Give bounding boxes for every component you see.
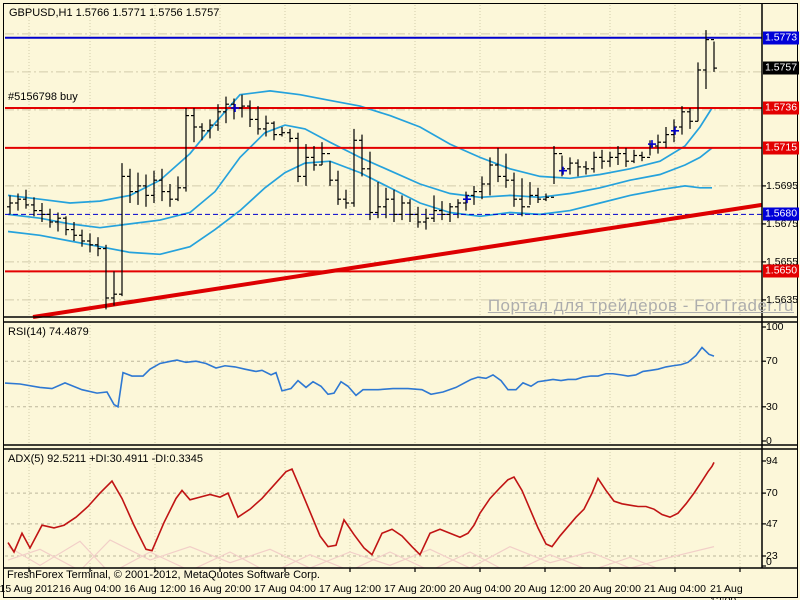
price-level-badge: 1.5715: [763, 141, 799, 155]
time-tick-label: 16 Aug 20:00: [189, 583, 251, 595]
rsi-tick-label: 70: [766, 355, 778, 368]
adx-tick-label: 70: [766, 487, 778, 500]
time-tick-label: 17 Aug 20:00: [384, 583, 446, 595]
time-tick-label: 21 Aug 04:00: [644, 583, 706, 595]
rsi-tick-label: 30: [766, 400, 778, 413]
mt4-terminal-window: GBPUSD,H1 1.5766 1.5771 1.5756 1.5757 #5…: [0, 0, 800, 600]
chart-title: GBPUSD,H1 1.5766 1.5771 1.5756 1.5757: [9, 7, 220, 19]
adx-indicator-label: ADX(5) 92.5211 +DI:30.4911 -DI:0.3345: [8, 453, 203, 465]
open-order-label: #5156798 buy: [8, 91, 78, 103]
time-tick-label: 21 Aug 12:00: [710, 583, 743, 600]
terminal-copyright: FreshForex Terminal, © 2001-2012, MetaQu…: [7, 569, 320, 581]
rsi-tick-label: 100: [766, 321, 784, 333]
time-tick-label: 17 Aug 12:00: [319, 583, 381, 595]
time-tick-label: 15 Aug 2012: [0, 583, 59, 595]
price-tick-label: 1.5695: [766, 179, 799, 192]
price-level-badge: 1.5680: [763, 207, 799, 221]
price-level-badge: 1.5773: [763, 31, 799, 45]
time-tick-label: 17 Aug 04:00: [254, 583, 316, 595]
price-tick-label: 1.5635: [766, 293, 799, 306]
rsi-indicator-label: RSI(14) 74.4879: [8, 326, 89, 338]
price-level-badge: 1.5757: [763, 61, 799, 75]
adx-tick-label: 0: [766, 556, 772, 568]
adx-tick-label: 47: [766, 517, 778, 530]
adx-tick-label: 94: [766, 455, 778, 467]
time-tick-label: 16 Aug 04:00: [59, 583, 121, 595]
time-tick-label: 20 Aug 20:00: [579, 583, 641, 595]
price-level-badge: 1.5650: [763, 264, 799, 278]
time-tick-label: 20 Aug 12:00: [514, 583, 576, 595]
time-tick-label: 20 Aug 04:00: [449, 583, 511, 595]
rsi-tick-label: 0: [766, 435, 772, 447]
time-tick-label: 16 Aug 12:00: [124, 583, 186, 595]
price-level-badge: 1.5736: [763, 101, 799, 115]
fortrader-watermark: Портал для трейдеров - ForTrader.ru: [487, 296, 794, 315]
